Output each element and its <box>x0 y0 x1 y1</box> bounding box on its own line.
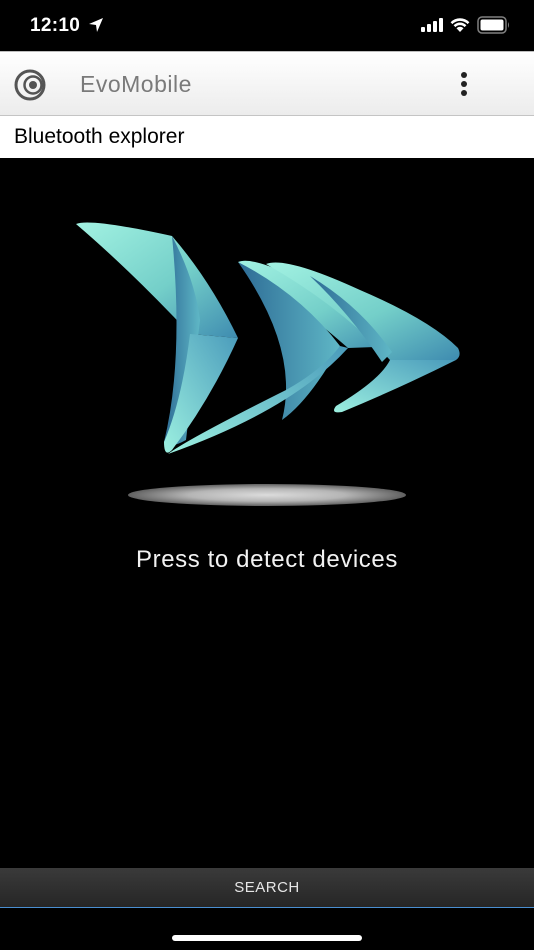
logo-shadow <box>128 484 406 506</box>
wifi-icon <box>450 18 470 32</box>
search-button[interactable]: SEARCH <box>0 868 534 908</box>
cellular-signal-icon <box>421 18 443 32</box>
app-bar: EvoMobile <box>0 51 534 116</box>
home-indicator[interactable] <box>172 935 362 941</box>
location-arrow-icon <box>89 18 103 32</box>
evomobile-logo-icon[interactable] <box>13 68 47 102</box>
bluetooth-detect-logo[interactable] <box>60 210 470 470</box>
page-subtitle-bar: Bluetooth explorer <box>0 116 534 158</box>
detect-devices-prompt[interactable]: Press to detect devices <box>0 546 534 574</box>
status-time: 12:10 <box>30 15 81 36</box>
more-vert-icon[interactable] <box>451 69 477 99</box>
page-subtitle: Bluetooth explorer <box>14 125 185 148</box>
search-button-label: SEARCH <box>234 879 300 896</box>
battery-icon <box>477 16 509 34</box>
app-title: EvoMobile <box>80 71 192 97</box>
menu-dot <box>461 72 467 78</box>
logo-chevron-3-bottom <box>334 360 456 413</box>
menu-dot <box>461 81 467 87</box>
status-bar: 12:10 <box>0 0 534 51</box>
menu-dot <box>461 90 467 96</box>
logo-chevron-1-top <box>76 222 238 338</box>
